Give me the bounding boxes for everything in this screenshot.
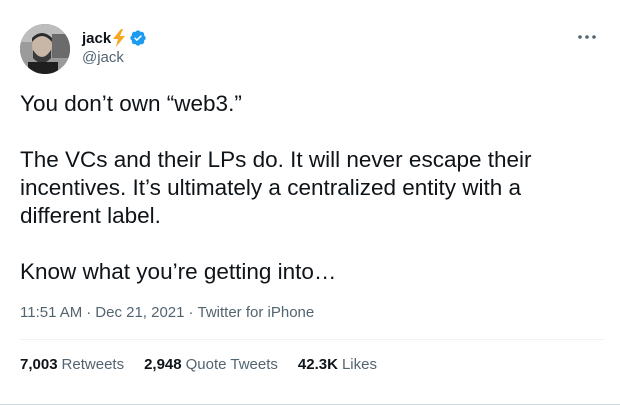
divider (20, 339, 604, 340)
tweet-metadata: 11:51 AM · Dec 21, 2021 · Twitter for iP… (20, 304, 314, 321)
lightning-bolt-icon (112, 29, 126, 47)
retweets-label: Retweets (61, 356, 125, 373)
name-row: jack (82, 28, 147, 48)
tweet-text: You don’t own “web3.” The VCs and their … (20, 90, 580, 286)
tweet-time[interactable]: 11:51 AM (20, 304, 82, 321)
retweets-stat[interactable]: 7,003 Retweets (20, 356, 124, 373)
separator: · (188, 304, 194, 321)
tweet-source[interactable]: Twitter for iPhone (198, 304, 315, 321)
author-names: jack @jack (82, 28, 147, 66)
quote-tweets-count: 2,948 (144, 356, 182, 373)
tweet-paragraph: Know what you’re getting into… (20, 259, 337, 284)
engagement-stats: 7,003 Retweets 2,948 Quote Tweets 42.3K Lik… (20, 356, 397, 373)
verified-badge-icon (129, 29, 147, 47)
display-name[interactable]: jack (82, 30, 111, 47)
likes-count: 42.3K (297, 356, 338, 373)
tweet-date[interactable]: Dec 21, 2021 (95, 304, 184, 321)
likes-stat[interactable]: 42.3K Likes (298, 356, 377, 373)
avatar-photo (20, 24, 70, 74)
retweets-count: 7,003 (20, 356, 58, 373)
more-options-icon[interactable] (576, 30, 598, 44)
tweet-paragraph: The VCs and their LPs do. It will never … (20, 147, 532, 228)
separator: · (86, 304, 92, 321)
likes-label: Likes (341, 356, 377, 373)
avatar[interactable] (20, 24, 70, 74)
tweet-card: jack @jack You don’t own “web3.” The VCs… (0, 0, 620, 405)
tweet-paragraph: You don’t own “web3.” (20, 91, 242, 116)
tweet-header: jack @jack (16, 24, 604, 76)
quote-tweets-label: Quote Tweets (185, 356, 278, 373)
quote-tweets-stat[interactable]: 2,948 Quote Tweets (144, 356, 278, 373)
handle[interactable]: @jack (82, 49, 147, 66)
